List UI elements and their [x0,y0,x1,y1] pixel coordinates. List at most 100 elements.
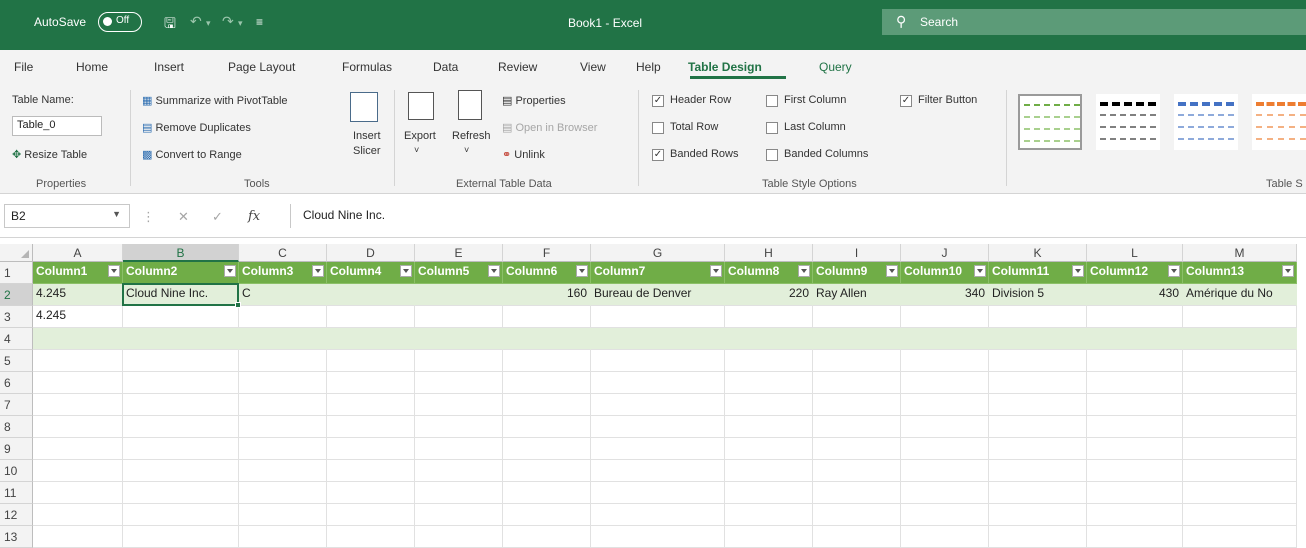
cell-k9[interactable] [989,438,1087,460]
cell-i7[interactable] [813,394,901,416]
cell-b12[interactable] [123,504,239,526]
cell-m10[interactable] [1183,460,1297,482]
filter-dropdown-icon[interactable] [710,265,722,277]
cell-a7[interactable] [33,394,123,416]
row-header-10[interactable]: 10 [0,460,33,482]
export-dropdown-icon[interactable]: ˅ [414,145,419,155]
last-column-checkbox[interactable] [766,122,778,134]
filter-dropdown-icon[interactable] [1168,265,1180,277]
cell-g7[interactable] [591,394,725,416]
cell-k4[interactable] [989,328,1087,350]
column-header-d[interactable]: D [327,244,415,262]
summarize-pivottable-button[interactable]: ▦ Summarize with PivotTable [142,94,288,107]
column-header-l[interactable]: L [1087,244,1183,262]
cell-b11[interactable] [123,482,239,504]
cell-g6[interactable] [591,372,725,394]
column-header-k[interactable]: K [989,244,1087,262]
cell-e7[interactable] [415,394,503,416]
cell-e6[interactable] [415,372,503,394]
row-header-11[interactable]: 11 [0,482,33,504]
table-style-blue[interactable] [1174,94,1238,150]
cell-j6[interactable] [901,372,989,394]
cell-g2[interactable]: Bureau de Denver [591,284,725,306]
filter-dropdown-icon[interactable] [224,265,236,277]
cell-k3[interactable] [989,306,1087,328]
row-header-8[interactable]: 8 [0,416,33,438]
cell-k2[interactable]: Division 5 [989,284,1087,306]
cell-m12[interactable] [1183,504,1297,526]
cell-j3[interactable] [901,306,989,328]
cell-e2[interactable] [415,284,503,306]
name-box[interactable]: B2 ▼ [4,204,130,228]
filter-dropdown-icon[interactable] [488,265,500,277]
tab-file[interactable]: File [14,60,33,74]
cell-c5[interactable] [239,350,327,372]
cell-c8[interactable] [239,416,327,438]
table-header-d[interactable]: Column4 [327,262,415,284]
cell-c3[interactable] [239,306,327,328]
cell-c7[interactable] [239,394,327,416]
cell-f5[interactable] [503,350,591,372]
tab-review[interactable]: Review [498,60,537,74]
cell-e5[interactable] [415,350,503,372]
cell-g5[interactable] [591,350,725,372]
tab-insert[interactable]: Insert [154,60,184,74]
cell-j10[interactable] [901,460,989,482]
select-all-button[interactable] [0,244,33,262]
slicer-icon[interactable] [350,92,378,122]
cell-k8[interactable] [989,416,1087,438]
cell-e12[interactable] [415,504,503,526]
cell-k5[interactable] [989,350,1087,372]
table-header-m[interactable]: Column13 [1183,262,1297,284]
cell-h12[interactable] [725,504,813,526]
cell-g8[interactable] [591,416,725,438]
cell-e9[interactable] [415,438,503,460]
row-header-3[interactable]: 3 [0,306,33,328]
row-header-7[interactable]: 7 [0,394,33,416]
cell-d11[interactable] [327,482,415,504]
cell-h8[interactable] [725,416,813,438]
cell-j4[interactable] [901,328,989,350]
row-header-12[interactable]: 12 [0,504,33,526]
cell-j2[interactable]: 340 [901,284,989,306]
convert-to-range-button[interactable]: ▩ Convert to Range [142,148,242,161]
insert-function-icon[interactable]: fx [248,209,260,224]
cell-c9[interactable] [239,438,327,460]
cell-m5[interactable] [1183,350,1297,372]
cell-h10[interactable] [725,460,813,482]
cell-f8[interactable] [503,416,591,438]
cell-k7[interactable] [989,394,1087,416]
cell-i12[interactable] [813,504,901,526]
table-header-j[interactable]: Column10 [901,262,989,284]
refresh-dropdown-icon[interactable]: ˅ [464,145,469,155]
cell-h2[interactable]: 220 [725,284,813,306]
column-header-b[interactable]: B [123,244,239,262]
cell-a9[interactable] [33,438,123,460]
cell-d13[interactable] [327,526,415,548]
tab-table-design[interactable]: Table Design [688,60,762,74]
cell-e10[interactable] [415,460,503,482]
cell-d6[interactable] [327,372,415,394]
tab-help[interactable]: Help [636,60,661,74]
cell-l11[interactable] [1087,482,1183,504]
cell-l2[interactable]: 430 [1087,284,1183,306]
cell-k10[interactable] [989,460,1087,482]
cell-b6[interactable] [123,372,239,394]
cell-m9[interactable] [1183,438,1297,460]
cell-f12[interactable] [503,504,591,526]
cell-h4[interactable] [725,328,813,350]
cell-d5[interactable] [327,350,415,372]
tab-data[interactable]: Data [433,60,458,74]
cell-k11[interactable] [989,482,1087,504]
cell-b4[interactable] [123,328,239,350]
filter-dropdown-icon[interactable] [1282,265,1294,277]
cell-i10[interactable] [813,460,901,482]
table-header-g[interactable]: Column7 [591,262,725,284]
cell-b5[interactable] [123,350,239,372]
cell-j8[interactable] [901,416,989,438]
cell-c2[interactable]: C [239,284,327,306]
export-icon[interactable] [408,92,434,120]
tab-formulas[interactable]: Formulas [342,60,392,74]
open-in-browser-button[interactable]: ▤ Open in Browser [502,121,597,134]
cell-h11[interactable] [725,482,813,504]
